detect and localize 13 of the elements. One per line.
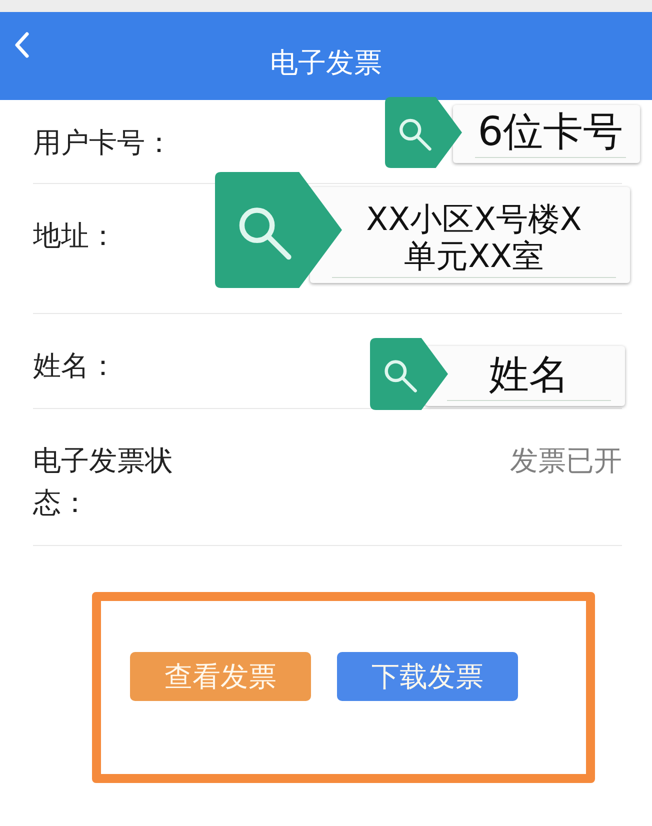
input-field[interactable]: 6位卡号 [475, 109, 626, 158]
input-field[interactable]: XX小区X号楼X 单元XX室 [332, 201, 616, 278]
chevron-left-icon [14, 32, 30, 58]
input-field[interactable]: 姓名 [447, 352, 611, 401]
field-label: 电子发票状态： [33, 443, 174, 521]
page-title: 电子发票 [270, 45, 382, 80]
field-value: 发票已开 [510, 443, 622, 479]
field-label: 姓名： [33, 348, 118, 384]
field-label: 用户卡号： [33, 125, 174, 161]
field-label: 地址： [33, 218, 118, 254]
search-icon [215, 172, 342, 288]
search-icon [385, 97, 462, 168]
search-icon [370, 338, 448, 410]
